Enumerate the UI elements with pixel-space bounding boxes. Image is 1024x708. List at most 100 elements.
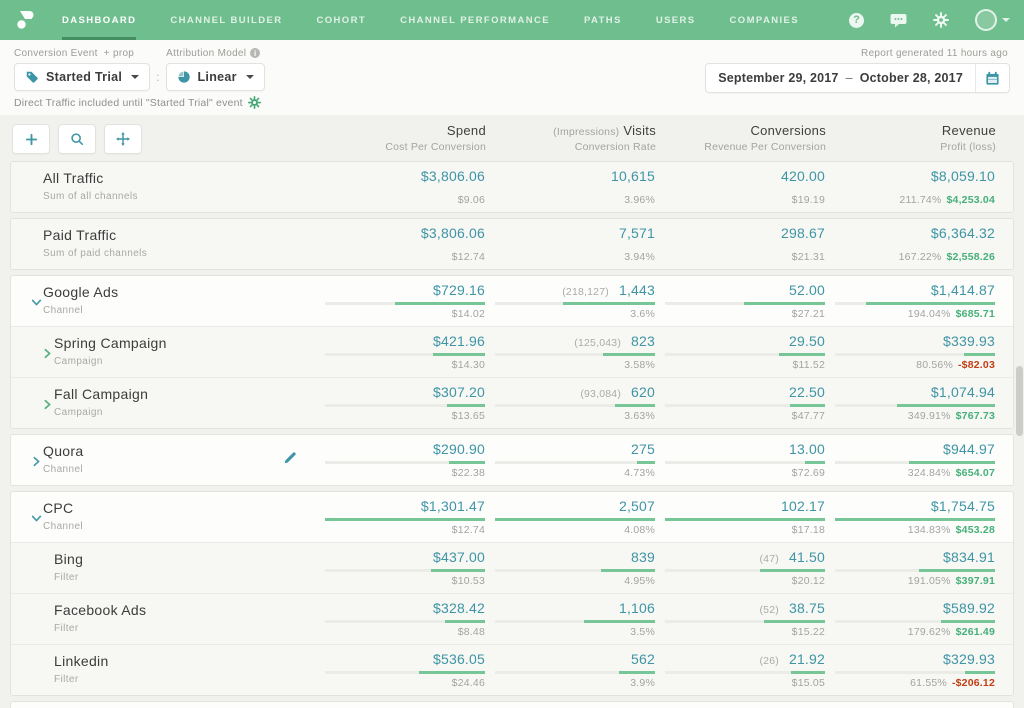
row-titles: Spring CampaignCampaign [54, 333, 167, 367]
profit-line: 191.05%$397.91 [825, 575, 995, 587]
row-titles: BingFilter [54, 549, 83, 583]
chevron-right-icon[interactable] [42, 399, 54, 410]
table-card: All TrafficSum of all channels$3,806.06$… [10, 161, 1014, 213]
date-range-picker[interactable]: September 29, 2017 – October 28, 2017 [705, 63, 1010, 93]
row-subtitle: Channel [43, 521, 83, 532]
impressions-value: (125,043) [574, 337, 621, 349]
visits-bar [495, 671, 655, 674]
direct-traffic-note: Direct Traffic included until "Started T… [14, 97, 243, 109]
spend-sub-value: $13.65 [325, 410, 485, 422]
table-row[interactable]: Fall CampaignCampaign$307.20$13.65(93,08… [11, 377, 1013, 428]
profit-line: 167.22%$2,558.26 [825, 251, 995, 263]
nav-users[interactable]: USERS [656, 0, 696, 40]
revenue-bar [835, 518, 995, 521]
visits-value: 10,615 [611, 168, 655, 184]
row-title: Spring Campaign [54, 335, 167, 351]
search-button[interactable] [58, 124, 96, 154]
add-property-link[interactable]: + prop [104, 48, 134, 59]
table-row[interactable]: Google AdsChannel$729.16$14.02(218,127)1… [11, 276, 1013, 326]
conversions-value: 22.50 [789, 384, 825, 400]
chevron-right-icon[interactable] [42, 348, 54, 359]
app-logo[interactable] [12, 0, 38, 40]
table-card: Google AdsChannel$729.16$14.02(218,127)1… [10, 275, 1014, 429]
visits-value: 1,443 [619, 282, 655, 298]
conversions-value-line: 298.67 [655, 225, 825, 242]
spend-cell: $3,806.06$9.06 [325, 168, 485, 206]
table-row[interactable]: LinkedinFilter$536.05$24.465623.9%(26)21… [11, 644, 1013, 695]
visits-cell: 2754.73% [485, 441, 655, 479]
table-row[interactable]: Spring CampaignCampaign$421.96$14.30(125… [11, 326, 1013, 377]
chevron-down-icon[interactable] [31, 513, 43, 524]
nav-paths[interactable]: PATHS [584, 0, 622, 40]
nav-channel-performance[interactable]: CHANNEL PERFORMANCE [400, 0, 550, 40]
edit-icon[interactable] [283, 451, 297, 470]
table-row[interactable]: CPCChannel$1,301.47$12.742,5074.08%102.1… [11, 492, 1013, 542]
conversions-cell: (52)38.75$15.22 [655, 600, 825, 638]
search-icon [70, 132, 84, 146]
filters: Conversion Event + prop Attribution Mode… [14, 47, 265, 109]
conversions-sub-value: $20.12 [655, 575, 825, 587]
table-row[interactable]: BingFilter$437.00$10.538394.95%(47)41.50… [11, 542, 1013, 593]
table-row[interactable]: EmailChannel$0.00--1,4284%57.08$13.66$77… [11, 702, 1013, 708]
nav-channel-builder[interactable]: CHANNEL BUILDER [170, 0, 282, 40]
visits-cell: (93,084)6203.63% [485, 384, 655, 422]
spend-sub-value: $12.74 [325, 524, 485, 536]
visits-cell: (125,043)8233.58% [485, 333, 655, 371]
chevron-right-icon[interactable] [31, 456, 43, 467]
info-icon[interactable]: i [250, 48, 260, 58]
profit-value: $767.73 [956, 410, 995, 422]
conversions-value-line: (47)41.50 [655, 549, 825, 566]
nav-dashboard[interactable]: DASHBOARD [62, 0, 136, 40]
impressions-value: (93,084) [580, 388, 621, 400]
visits-bar [495, 518, 655, 521]
column-header-spend[interactable]: Spend Cost Per Conversion [326, 123, 486, 154]
spend-value: $729.16 [433, 282, 485, 298]
spend-value-line: $307.20 [325, 384, 485, 401]
revenue-cell: $329.9361.55%-$206.12 [825, 651, 995, 689]
nav-companies[interactable]: COMPANIES [730, 0, 799, 40]
row-title: Google Ads [43, 284, 118, 300]
date-separator: – [846, 71, 853, 85]
conversion-event-dropdown[interactable]: Started Trial [14, 63, 150, 91]
vertical-scrollbar[interactable] [1016, 366, 1023, 436]
direct-traffic-settings-icon[interactable] [248, 96, 261, 109]
calendar-button[interactable] [975, 64, 1009, 92]
profit-value: $2,558.26 [946, 251, 995, 263]
attribution-model-dropdown[interactable]: Linear [166, 63, 265, 91]
spend-value: $437.00 [433, 549, 485, 565]
nav: DASHBOARD CHANNEL BUILDER COHORT CHANNEL PE… [62, 0, 833, 40]
visits-value: 7,571 [619, 225, 655, 241]
pie-chart-icon [177, 70, 191, 84]
revenue-cell: $589.92179.62%$261.49 [825, 600, 995, 638]
nav-cohort[interactable]: COHORT [317, 0, 367, 40]
move-button[interactable] [104, 124, 142, 154]
revenue-value: $339.93 [943, 333, 995, 349]
column-header-conversions[interactable]: Conversions Revenue Per Conversion [656, 123, 826, 154]
row-subtitle: Channel [43, 464, 83, 475]
user-menu[interactable] [975, 9, 1010, 31]
add-button[interactable] [12, 124, 50, 154]
chat-icon[interactable] [890, 13, 907, 28]
spend-cell: $421.96$14.30 [325, 333, 485, 371]
table-row[interactable]: All TrafficSum of all channels$3,806.06$… [11, 162, 1013, 212]
conversions-sub-value: $19.19 [655, 194, 825, 206]
chevron-down-icon[interactable] [31, 297, 43, 308]
plus-icon [25, 133, 38, 146]
column-header-visits[interactable]: (Impressions)Visits Conversion Rate [486, 123, 656, 154]
help-icon[interactable]: ? [849, 13, 864, 28]
conversions-value: 298.67 [781, 225, 825, 241]
profit-percent: 80.56% [916, 359, 953, 371]
table-row[interactable]: Paid TrafficSum of paid channels$3,806.0… [11, 219, 1013, 269]
revenue-value: $589.92 [943, 600, 995, 616]
revenue-bar [835, 671, 995, 674]
nav-right: ? [849, 0, 1010, 40]
conversions-sub-value: $15.05 [655, 677, 825, 689]
table-row[interactable]: QuoraChannel$290.90$22.382754.73%13.00$7… [11, 435, 1013, 485]
row-name-cell: All TrafficSum of all channels [11, 168, 325, 206]
settings-icon[interactable] [933, 12, 949, 28]
table-row[interactable]: Facebook AdsFilter$328.42$8.481,1063.5%(… [11, 593, 1013, 644]
profit-percent: 211.74% [899, 194, 941, 206]
column-header-revenue[interactable]: Revenue Profit (loss) [826, 123, 996, 154]
revenue-cell: $1,414.87194.04%$685.71 [825, 282, 995, 320]
spend-sub-value: $8.48 [325, 626, 485, 638]
